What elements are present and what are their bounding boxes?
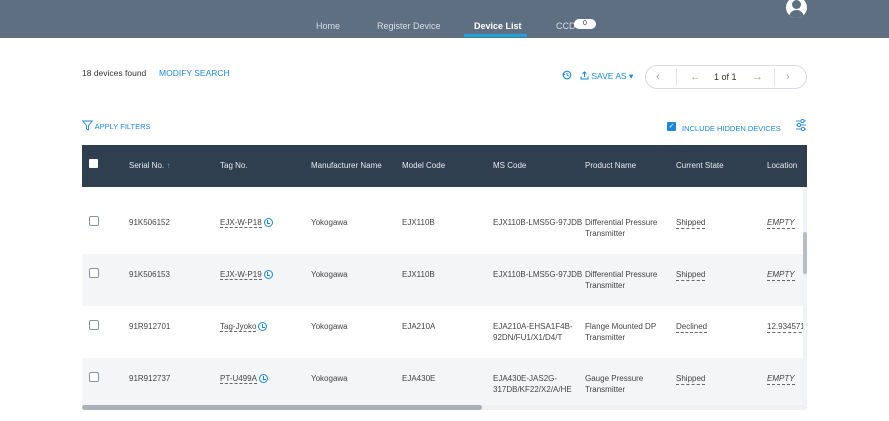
ms-code-cell: EJA210A-EHSA1F4B-92DN/FU1/X1/D4/T [493,322,573,342]
upload-icon [580,71,589,80]
chevron-down-icon: ▾ [629,71,634,81]
header-state[interactable]: Current State [676,161,724,170]
product-cell: Differential Pressure Transmitter [585,270,658,290]
header-product[interactable]: Product Name [585,161,636,170]
manufacturer-cell: Yokogawa [311,218,348,227]
sort-arrow-up-icon: ↑ [166,161,171,170]
nav-home[interactable]: Home [316,21,340,31]
state-cell[interactable]: Declined [676,321,708,333]
active-tab-underline [464,34,527,37]
header-tag[interactable]: Tag No. [220,161,248,170]
header-ms-code[interactable]: MS Code [493,161,526,170]
horizontal-scrollbar-thumb[interactable] [82,405,482,410]
clock-icon[interactable] [263,270,273,279]
manufacturer-cell: Yokogawa [311,374,348,383]
serial-cell: 91R912701 [129,322,171,331]
clock-icon[interactable] [258,374,268,383]
include-hidden-label[interactable]: INCLUDE HIDDEN DEVICES [682,124,781,133]
product-cell: Differential Pressure Transmitter [585,218,658,238]
tag-link[interactable]: PT-U499A [220,374,257,384]
header-serial-label: Serial No. [129,161,165,170]
location-cell[interactable]: 12.934571, [767,321,808,333]
header-serial[interactable]: Serial No. ↑ [129,161,170,170]
select-all-checkbox[interactable] [89,159,98,168]
user-avatar-icon[interactable] [786,0,807,18]
state-cell[interactable]: Shipped [676,269,706,281]
header-model[interactable]: Model Code [402,161,445,170]
table-row[interactable]: 91K506153 EJX-W-P19 Yokogawa EJX110B EJX… [82,254,803,306]
serial-cell: 91K506152 [129,218,170,227]
pager-divider [676,68,677,86]
table-row[interactable]: 91K506152 EJX-W-P18 Yokogawa EJX110B EJX… [82,202,803,254]
avatar-head [792,0,801,9]
history-icon[interactable] [562,70,572,80]
modify-search-link[interactable]: MODIFY SEARCH [159,68,230,78]
state-cell[interactable]: Shipped [676,373,706,385]
ms-code-cell: EJX110B-LMS5G-97JDB [493,270,583,279]
tag-cell[interactable]: PT-U499A [220,373,268,384]
tag-cell[interactable]: Tag-Jyoko [220,321,268,332]
save-as-label: SAVE AS [591,71,627,81]
page-indicator: 1 of 1 [714,72,737,82]
model-cell: EJX110B [402,218,435,227]
table-row[interactable]: 91R912737 PT-U499A Yokogawa EJA430E EJA4… [82,358,803,405]
tag-link[interactable]: EJX-W-P19 [220,270,262,280]
ccd-count-badge: 0 [574,19,596,29]
nav-ccd[interactable]: CCD [556,21,576,31]
clock-icon[interactable] [258,322,268,331]
last-page-icon[interactable]: › [786,71,790,83]
prev-page-icon[interactable]: ← [690,71,701,83]
tag-cell[interactable]: EJX-W-P18 [220,217,273,228]
save-as-button[interactable]: SAVE AS ▾ [580,71,633,82]
devices-found-count: 18 devices found [82,68,147,78]
pagination-control: ‹ ← 1 of 1 → › [645,65,807,89]
table-header: Serial No. ↑ Tag No. Manufacturer Name M… [82,145,807,187]
next-page-icon[interactable]: → [752,71,763,83]
manufacturer-cell: Yokogawa [311,322,348,331]
tag-link[interactable]: Tag-Jyoko [220,322,257,332]
first-page-icon[interactable]: ‹ [656,71,660,83]
model-cell: EJA430E [402,374,436,383]
header-location[interactable]: Location [767,161,797,170]
ms-code-cell: EJX110B-LMS5G-97JDB [493,218,583,227]
serial-cell: 91R912737 [129,374,171,383]
row-checkbox[interactable] [89,320,99,330]
state-cell[interactable]: Shipped [676,217,706,229]
product-cell: Gauge Pressure Transmitter [585,374,644,394]
location-cell[interactable]: EMPTY [767,373,795,385]
row-checkbox[interactable] [89,216,99,226]
location-cell[interactable]: EMPTY [767,269,795,281]
pager-divider [774,68,775,86]
manufacturer-cell: Yokogawa [311,270,348,279]
clock-icon[interactable] [263,218,273,227]
product-cell: Flange Mounted DP Transmitter [585,322,657,342]
ms-code-cell: EJA430E-JAS2G-317DB/KF22/X2/A/HE [493,374,572,394]
top-navigation-bar: Home Register Device Device List CCD 0 [0,0,889,38]
table-row[interactable]: 91R912701 Tag-Jyoko Yokogawa EJA210A EJA… [82,306,808,358]
model-cell: EJA210A [402,322,436,331]
nav-register-device[interactable]: Register Device [377,21,441,31]
apply-filters-button[interactable]: APPLY FILTERS [81,120,151,131]
avatar-body [789,10,804,18]
apply-filters-label: APPLY FILTERS [94,122,151,131]
location-cell[interactable]: EMPTY [767,217,795,229]
nav-device-list[interactable]: Device List [474,21,522,31]
include-hidden-checkbox[interactable]: ✓ [667,122,676,131]
tag-link[interactable]: EJX-W-P18 [220,218,262,228]
filter-icon [81,120,94,131]
header-manufacturer[interactable]: Manufacturer Name [311,161,382,170]
row-checkbox[interactable] [89,268,99,278]
tag-cell[interactable]: EJX-W-P19 [220,269,273,280]
model-cell: EJX110B [402,270,435,279]
settings-sliders-icon[interactable] [795,118,807,132]
vertical-scrollbar-track[interactable] [803,187,807,405]
row-checkbox[interactable] [89,372,99,382]
vertical-scrollbar-thumb[interactable] [803,232,807,274]
serial-cell: 91K506153 [129,270,170,279]
